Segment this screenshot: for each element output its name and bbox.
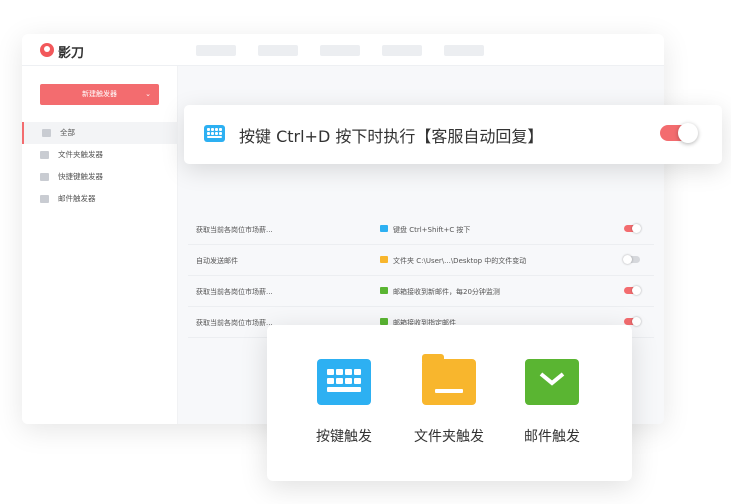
- enable-toggle[interactable]: [623, 255, 640, 264]
- trigger-condition: 键盘 Ctrl+Shift+C 按下: [393, 226, 471, 234]
- sidebar-item-hotkey[interactable]: 快捷键触发器: [22, 166, 178, 188]
- enable-toggle[interactable]: [624, 286, 641, 295]
- sidebar-item-all[interactable]: 全部: [22, 122, 178, 144]
- sidebar-item-label: 文件夹触发器: [58, 150, 103, 159]
- enable-toggle[interactable]: [660, 123, 698, 143]
- keyboard-icon[interactable]: [317, 359, 371, 405]
- top-bar: 影刀: [22, 34, 664, 66]
- trigger-name: 自动发送邮件: [196, 257, 238, 265]
- enable-toggle[interactable]: [624, 224, 641, 233]
- new-trigger-button[interactable]: 新建触发器 ⌄: [40, 84, 159, 105]
- trigger-title: 按键 Ctrl+D 按下时执行【客服自动回复】: [239, 127, 544, 146]
- trigger-condition: 邮箱接收到新邮件，每20分钟监测: [393, 288, 500, 296]
- mail-icon[interactable]: [525, 359, 579, 405]
- sidebar-item-mail[interactable]: 邮件触发器: [22, 188, 178, 210]
- trigger-type-label-mail[interactable]: 邮件触发: [502, 426, 602, 446]
- sidebar: 新建触发器 ⌄ 全部 文件夹触发器 快捷键触发器 邮件触发器: [22, 66, 178, 424]
- sidebar-item-label: 邮件触发器: [58, 194, 96, 203]
- keyboard-icon: [380, 225, 388, 232]
- sidebar-item-label: 全部: [60, 128, 75, 137]
- nav-item-4[interactable]: [382, 45, 422, 56]
- sidebar-item-folder[interactable]: 文件夹触发器: [22, 144, 178, 166]
- trigger-name: 获取当前各岗位市场薪...: [196, 288, 273, 296]
- nav-item-2[interactable]: [258, 45, 298, 56]
- trigger-condition: 文件夹 C:\User\...\Desktop 中的文件变动: [393, 257, 527, 265]
- trigger-name: 获取当前各岗位市场薪...: [196, 319, 273, 327]
- folder-icon: [380, 256, 388, 263]
- trigger-detail-card: 按键 Ctrl+D 按下时执行【客服自动回复】: [184, 105, 722, 164]
- mail-icon: [40, 195, 49, 203]
- nav-item-5[interactable]: [444, 45, 484, 56]
- mail-icon: [380, 318, 388, 325]
- chevron-down-icon: ⌄: [145, 90, 151, 98]
- keyboard-icon: [40, 173, 49, 181]
- table-row[interactable]: 自动发送邮件 文件夹 C:\User\...\Desktop 中的文件变动: [188, 245, 654, 276]
- app-name: 影刀: [58, 46, 85, 61]
- folder-icon: [40, 151, 49, 159]
- all-icon: [42, 129, 51, 137]
- trigger-type-label-folder[interactable]: 文件夹触发: [399, 426, 499, 446]
- trigger-name: 获取当前各岗位市场薪...: [196, 226, 273, 234]
- mail-icon: [380, 287, 388, 294]
- nav-item-3[interactable]: [320, 45, 360, 56]
- logo-icon: [40, 43, 54, 57]
- sidebar-item-label: 快捷键触发器: [58, 172, 103, 181]
- table-row[interactable]: 获取当前各岗位市场薪... 键盘 Ctrl+Shift+C 按下: [188, 214, 654, 245]
- table-row[interactable]: 获取当前各岗位市场薪... 邮箱接收到新邮件，每20分钟监测: [188, 276, 654, 307]
- trigger-type-card: 按键触发 文件夹触发 邮件触发: [267, 325, 632, 481]
- trigger-type-label-keyboard[interactable]: 按键触发: [294, 426, 394, 446]
- enable-toggle[interactable]: [624, 317, 641, 326]
- keyboard-icon: [204, 125, 225, 142]
- nav-item-1[interactable]: [196, 45, 236, 56]
- folder-icon[interactable]: [422, 354, 476, 405]
- new-trigger-label: 新建触发器: [82, 90, 117, 98]
